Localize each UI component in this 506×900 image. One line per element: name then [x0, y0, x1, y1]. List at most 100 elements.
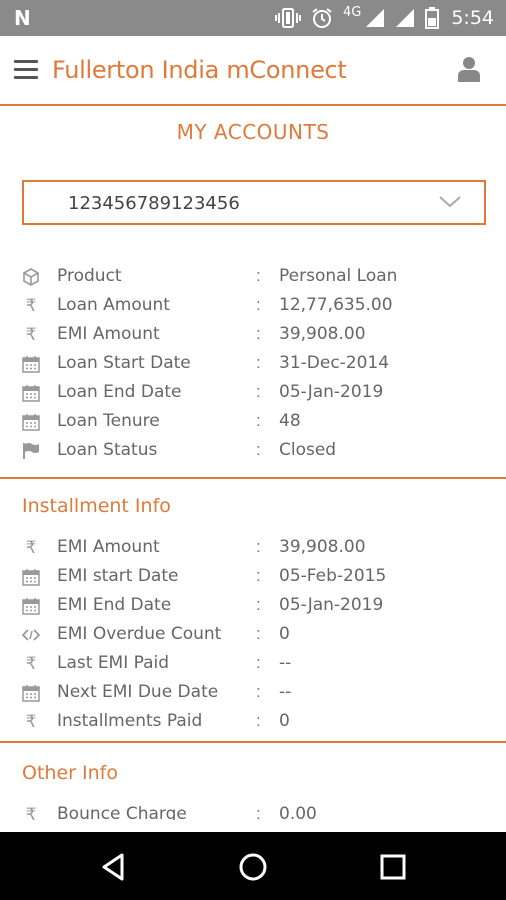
- detail-label: EMI Amount: [57, 537, 160, 557]
- detail-value: 12,77,635.00: [279, 295, 393, 315]
- detail-row-loan-start-date: Loan Start Date : 31-Dec-2014: [0, 351, 506, 380]
- detail-label: Installments Paid: [57, 711, 203, 731]
- separator: :: [256, 295, 261, 314]
- rupee-icon: ₹: [25, 538, 37, 558]
- section-divider: [0, 477, 506, 479]
- detail-row-emi-amount: ₹ EMI Amount : 39,908.00: [0, 322, 506, 351]
- status-bar: N 4G 5:54: [0, 0, 506, 36]
- detail-label: Last EMI Paid: [57, 653, 170, 673]
- installment-row-installments-paid: ₹ Installments Paid : 0: [0, 709, 506, 738]
- chevron-down-icon: [439, 196, 461, 208]
- status-icons: 4G 5:54: [274, 0, 494, 36]
- separator: :: [256, 804, 261, 820]
- alarm-icon: [312, 8, 332, 28]
- calendar-icon: [22, 413, 40, 431]
- separator: :: [256, 711, 261, 730]
- calendar-icon: [22, 597, 40, 615]
- detail-label: EMI Amount: [57, 324, 160, 344]
- detail-row-loan-status: Loan Status : Closed: [0, 438, 506, 467]
- back-icon[interactable]: [96, 850, 130, 884]
- flag-icon: [22, 442, 40, 460]
- detail-row-loan-amount: ₹ Loan Amount : 12,77,635.00: [0, 293, 506, 322]
- section-divider: [0, 741, 506, 743]
- other-row-bounce-charge: ₹ Bounce Charge : 0.00: [0, 802, 506, 820]
- notification-n-icon: N: [14, 6, 31, 30]
- box-icon: [22, 268, 40, 286]
- separator: :: [256, 353, 261, 372]
- detail-row-loan-tenure: Loan Tenure : 48: [0, 409, 506, 438]
- installment-row-last-emi-paid: ₹ Last EMI Paid : --: [0, 651, 506, 680]
- detail-value: 0: [279, 711, 290, 731]
- separator: :: [256, 266, 261, 285]
- detail-label: Loan Tenure: [57, 411, 160, 431]
- separator: :: [256, 324, 261, 343]
- detail-value: Closed: [279, 440, 337, 460]
- rupee-icon: ₹: [25, 325, 37, 345]
- detail-value: 05-Jan-2019: [279, 382, 384, 402]
- detail-value: 0: [279, 624, 290, 644]
- calendar-icon: [22, 384, 40, 402]
- detail-row-product: Product : Personal Loan: [0, 264, 506, 293]
- clock: 5:54: [451, 7, 494, 29]
- system-navigation-bar: [0, 832, 506, 900]
- installment-info-title: Installment Info: [22, 495, 171, 517]
- detail-value: 0.00: [279, 804, 317, 820]
- rupee-icon: ₹: [25, 712, 37, 732]
- page-title: MY ACCOUNTS: [176, 120, 330, 144]
- rupee-icon: ₹: [25, 654, 37, 674]
- separator: :: [256, 653, 261, 672]
- detail-label: Loan End Date: [57, 382, 182, 402]
- separator: :: [256, 382, 261, 401]
- signal-icon: [396, 9, 415, 27]
- network-type-label: 4G: [342, 4, 362, 20]
- other-info-title: Other Info: [22, 762, 118, 784]
- signal-icon: [366, 9, 385, 27]
- detail-label: Bounce Charge: [57, 804, 187, 820]
- detail-value: Personal Loan: [279, 266, 398, 286]
- calendar-icon: [22, 355, 40, 373]
- app-bar: Fullerton India mConnect: [0, 36, 506, 106]
- detail-value: 48: [279, 411, 301, 431]
- detail-value: 39,908.00: [279, 324, 366, 344]
- user-icon[interactable]: [458, 56, 480, 82]
- detail-value: 05-Jan-2019: [279, 595, 384, 615]
- vibrate-icon: [274, 8, 301, 28]
- detail-label: EMI End Date: [57, 595, 172, 615]
- rupee-icon: ₹: [25, 805, 37, 820]
- calendar-icon: [22, 568, 40, 586]
- detail-row-loan-end-date: Loan End Date : 05-Jan-2019: [0, 380, 506, 409]
- hamburger-menu-icon[interactable]: [14, 60, 38, 80]
- rupee-icon: ₹: [25, 296, 37, 316]
- separator: :: [256, 440, 261, 459]
- account-number-value: 123456789123456: [68, 193, 240, 214]
- detail-label: EMI start Date: [57, 566, 179, 586]
- separator: :: [256, 537, 261, 556]
- calendar-icon: [22, 684, 40, 702]
- detail-label: Loan Status: [57, 440, 158, 460]
- detail-label: Next EMI Due Date: [57, 682, 219, 702]
- app-title: Fullerton India mConnect: [52, 56, 347, 84]
- separator: :: [256, 566, 261, 585]
- installment-row-emi-amount: ₹ EMI Amount : 39,908.00: [0, 535, 506, 564]
- installment-row-emi-end-date: EMI End Date : 05-Jan-2019: [0, 593, 506, 622]
- battery-icon: [425, 7, 440, 29]
- home-icon[interactable]: [236, 850, 270, 884]
- installment-row-emi-start-date: EMI start Date : 05-Feb-2015: [0, 564, 506, 593]
- app-screen: N 4G 5:54 Fullerton India mConnect MY AC…: [0, 0, 506, 820]
- detail-label: Loan Start Date: [57, 353, 191, 373]
- code-icon: [22, 626, 40, 644]
- recents-icon[interactable]: [376, 850, 410, 884]
- detail-value: --: [279, 653, 292, 673]
- separator: :: [256, 682, 261, 701]
- account-number-dropdown[interactable]: 123456789123456: [22, 180, 486, 225]
- detail-value: --: [279, 682, 292, 702]
- separator: :: [256, 411, 261, 430]
- installment-row-emi-overdue-count: EMI Overdue Count : 0: [0, 622, 506, 651]
- detail-value: 31-Dec-2014: [279, 353, 390, 373]
- separator: :: [256, 624, 261, 643]
- separator: :: [256, 595, 261, 614]
- detail-label: EMI Overdue Count: [57, 624, 222, 644]
- detail-label: Loan Amount: [57, 295, 170, 315]
- detail-label: Product: [57, 266, 122, 286]
- detail-value: 05-Feb-2015: [279, 566, 387, 586]
